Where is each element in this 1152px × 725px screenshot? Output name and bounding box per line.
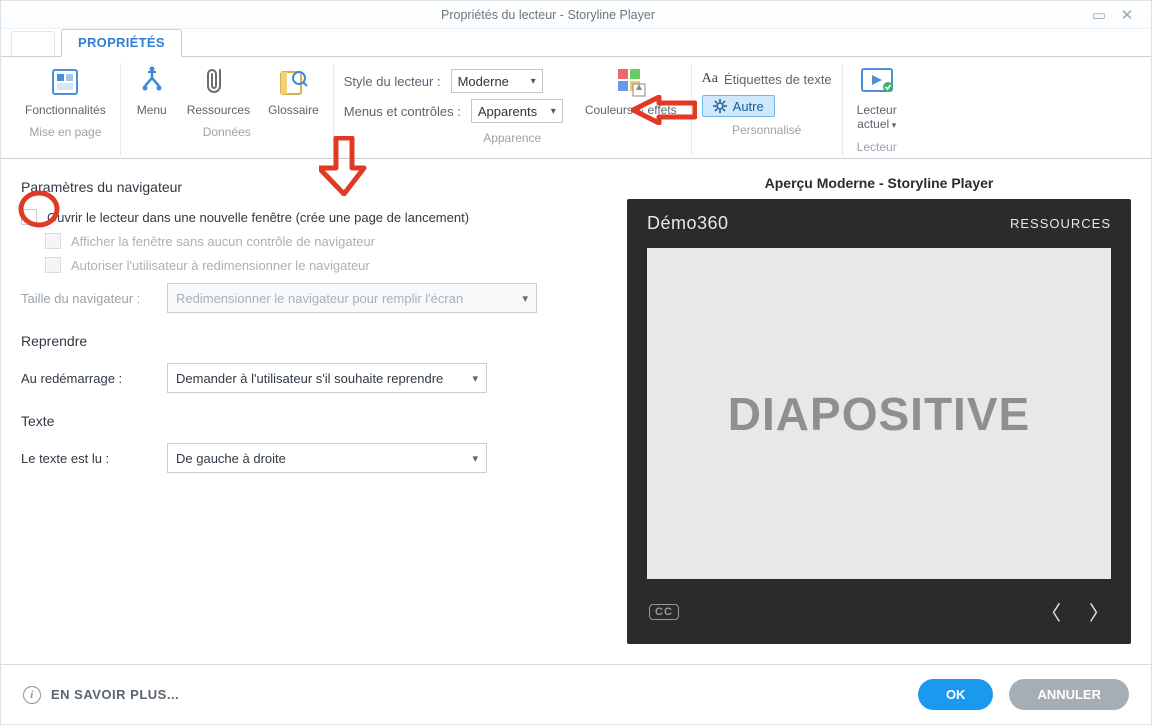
player-preview: Démo360 RESSOURCES DIAPOSITIVE CC 〈 〉 [627, 199, 1131, 644]
text-heading: Texte [21, 413, 587, 429]
checkbox-open-new-window[interactable] [21, 209, 37, 225]
text-labels-button[interactable]: Aa Étiquettes de texte [702, 71, 832, 87]
preview-slide-label: DIAPOSITIVE [728, 387, 1030, 441]
text-direction-label: Le texte est lu : [21, 451, 151, 466]
ok-button[interactable]: OK [918, 679, 994, 710]
close-icon[interactable]: ✕ [1113, 6, 1141, 24]
player-properties-window: Propriétés du lecteur - Storyline Player… [0, 0, 1152, 725]
browser-settings-heading: Paramètres du navigateur [21, 179, 587, 195]
chevron-down-icon: ▾ [472, 372, 478, 385]
label-open-new-window: Ouvrir le lecteur dans une nouvelle fenê… [47, 210, 469, 225]
preview-slide: DIAPOSITIVE [647, 248, 1111, 579]
player-icon [860, 65, 894, 99]
preview-title: Aperçu Moderne - Storyline Player [627, 175, 1131, 191]
gear-icon [713, 99, 727, 113]
chevron-down-icon: ▾ [522, 292, 528, 305]
maximize-icon[interactable]: ▭ [1085, 6, 1113, 24]
preview-project-title: Démo360 [647, 213, 729, 234]
player-style-select[interactable]: Moderne▾ [451, 69, 543, 93]
group-layout: Fonctionnalités Mise en page [11, 63, 121, 156]
group-appearance: Style du lecteur : Moderne▾ Menus et con… [334, 63, 692, 156]
group-customized: Aa Étiquettes de texte Autre Personnalis… [692, 63, 843, 156]
ribbon: Fonctionnalités Mise en page Menu Ress [1, 57, 1151, 159]
preview-pane: Aperçu Moderne - Storyline Player Démo36… [607, 159, 1151, 664]
group-data: Menu Ressources Glossaire Données [121, 63, 334, 156]
settings-panel: Paramètres du navigateur Ouvrir le lecte… [1, 159, 607, 664]
learn-more-link[interactable]: i EN SAVOIR PLUS... [23, 686, 179, 704]
on-restart-label: Au redémarrage : [21, 371, 151, 386]
current-player-button[interactable]: Lecteur actuel ▾ [853, 63, 901, 134]
tabstrip: PROPRIÉTÉS [1, 29, 1151, 57]
preview-resources-link[interactable]: RESSOURCES [1010, 216, 1111, 231]
tab-properties[interactable]: PROPRIÉTÉS [61, 29, 182, 57]
prev-slide-button[interactable]: 〈 [1041, 597, 1061, 626]
paperclip-icon [201, 65, 235, 99]
book-search-icon [276, 65, 310, 99]
resources-button[interactable]: Ressources [183, 63, 254, 119]
checkbox-allow-resize [45, 257, 61, 273]
label-no-browser-controls: Afficher la fenêtre sans aucun contrôle … [71, 234, 375, 249]
closed-captions-button[interactable]: CC [649, 604, 679, 620]
menu-icon [135, 65, 169, 99]
glossary-button[interactable]: Glossaire [264, 63, 323, 119]
player-style-label: Style du lecteur : [344, 74, 441, 89]
colors-effects-label: Couleurs & effets [585, 103, 677, 117]
tab-placeholder [11, 31, 55, 56]
body: Paramètres du navigateur Ouvrir le lecte… [1, 159, 1151, 664]
functionalities-button[interactable]: Fonctionnalités [21, 63, 110, 119]
resume-heading: Reprendre [21, 333, 587, 349]
label-allow-resize: Autoriser l'utilisateur à redimensionner… [71, 258, 370, 273]
checkbox-no-browser-controls [45, 233, 61, 249]
cancel-button[interactable]: ANNULER [1009, 679, 1129, 710]
on-restart-select[interactable]: Demander à l'utilisateur s'il souhaite r… [167, 363, 487, 393]
other-button[interactable]: Autre [702, 95, 775, 117]
chevron-down-icon: ▾ [531, 76, 536, 87]
menus-controls-select[interactable]: Apparents▾ [471, 99, 563, 123]
browser-size-label: Taille du navigateur : [21, 291, 151, 306]
titlebar: Propriétés du lecteur - Storyline Player… [1, 1, 1151, 29]
window-title: Propriétés du lecteur - Storyline Player [11, 8, 1085, 22]
browser-size-select: Redimensionner le navigateur pour rempli… [167, 283, 537, 313]
menus-controls-label: Menus et contrôles : [344, 104, 461, 119]
colors-effects-button[interactable]: Couleurs & effets [581, 63, 681, 119]
chevron-down-icon: ▾ [472, 452, 478, 465]
text-direction-select[interactable]: De gauche à droite ▾ [167, 443, 487, 473]
palette-icon [614, 65, 648, 99]
next-slide-button[interactable]: 〉 [1089, 597, 1109, 626]
footer: i EN SAVOIR PLUS... OK ANNULER [1, 664, 1151, 724]
info-icon: i [23, 686, 41, 704]
group-player: Lecteur actuel ▾ Lecteur [843, 63, 911, 156]
menu-button[interactable]: Menu [131, 63, 173, 119]
chevron-down-icon: ▾ [551, 106, 556, 117]
functionalities-icon [48, 65, 82, 99]
